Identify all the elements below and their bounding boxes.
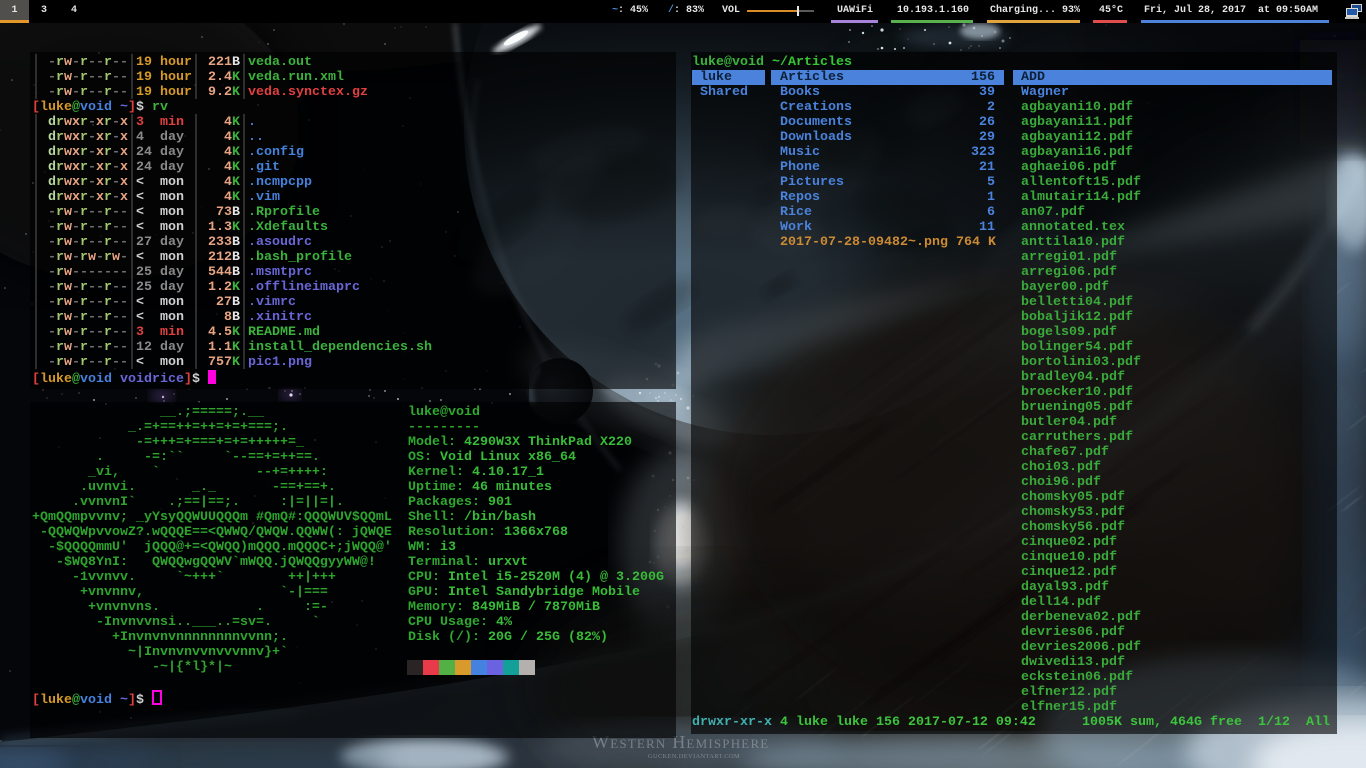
- svg-text:GUCKEN.DEVIANTART.COM: GUCKEN.DEVIANTART.COM: [648, 753, 740, 760]
